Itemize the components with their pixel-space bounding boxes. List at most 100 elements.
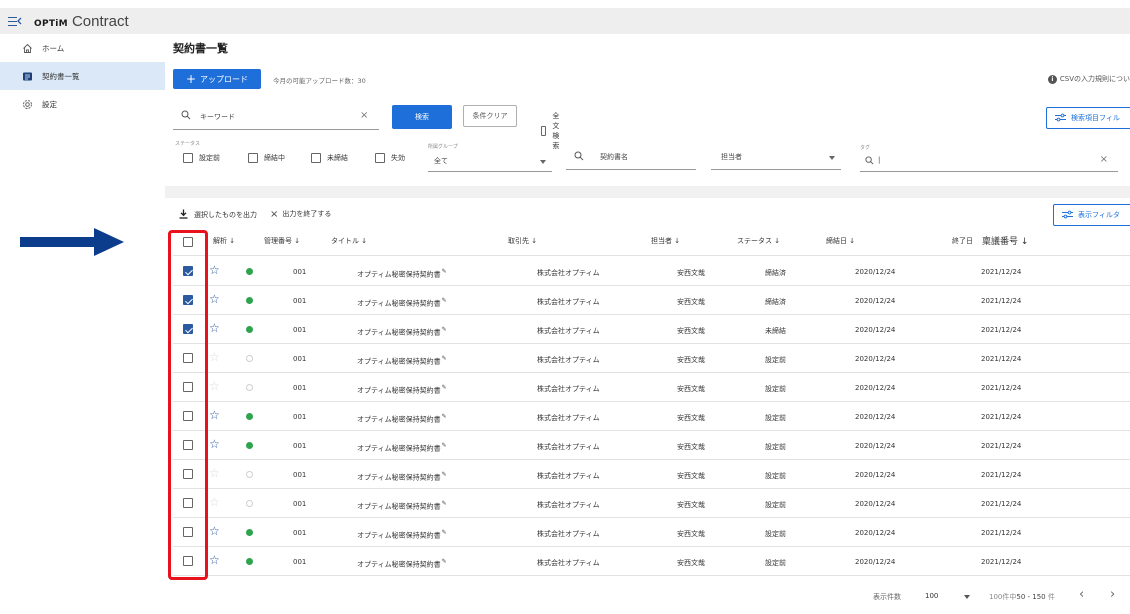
cell-signed-date: 2020/12/24 [855,413,896,421]
prev-page-icon[interactable]: ‹ [1079,587,1084,602]
page-title: 契約書一覧 [173,42,228,55]
star-icon[interactable]: ☆ [209,467,220,479]
sidebar-item-home[interactable]: ホーム [0,34,165,62]
status-checkbox[interactable] [311,153,321,163]
status-option-expired[interactable]: 失効 [375,153,405,163]
display-filter-label: 表示フィルタ [1078,211,1120,219]
cell-status: 設定前 [765,530,786,538]
cell-management-no: 001 [293,471,307,479]
person-select[interactable]: 担当者 [711,144,841,170]
column-header-end-date[interactable]: 終了日 [952,236,973,246]
column-header-person[interactable]: 担当者 ↓ [651,236,680,246]
clear-conditions-button[interactable]: 条件クリア [463,105,517,127]
status-checkbox[interactable] [248,153,258,163]
keyword-search-input[interactable]: キーワード × [173,102,379,130]
clear-tag-icon[interactable]: × [1100,154,1108,165]
menu-collapse-icon[interactable] [8,14,22,28]
column-header-analysis[interactable]: 解析 ↓ [213,236,235,246]
cell-management-no: 001 [293,558,307,566]
cell-end-date: 2021/12/24 [981,384,1022,392]
column-header-approval-no[interactable]: 稟議番号 ↓ [982,234,1028,247]
cell-status: 設定前 [765,414,786,422]
cell-title[interactable]: オプティム秘密保持契約書✎ [357,471,447,482]
cell-title[interactable]: オプティム秘密保持契約書✎ [357,529,447,540]
tune-icon [1055,113,1066,124]
column-header-status[interactable]: ステータス ↓ [737,236,780,246]
table-row[interactable]: ☆ 001 オプティム秘密保持契約書✎ 株式会社オプティム 安西文哉 締結済 2… [173,257,1130,286]
table-row[interactable]: ☆ 001 オプティム秘密保持契約書✎ 株式会社オプティム 安西文哉 設定前 2… [173,489,1130,518]
column-header-management-no[interactable]: 管理番号 ↓ [264,236,300,246]
next-page-icon[interactable]: › [1110,587,1115,602]
edit-icon: ✎ [441,500,447,507]
search-button[interactable]: 検索 [392,105,452,129]
cell-title[interactable]: オプティム秘密保持契約書✎ [357,500,447,511]
star-icon[interactable]: ☆ [209,264,220,276]
end-export-button[interactable]: × 出力を終了する [270,209,331,219]
cell-person: 安西文哉 [677,356,705,364]
cell-person: 安西文哉 [677,269,705,277]
table-row[interactable]: ☆ 001 オプティム秘密保持契約書✎ 株式会社オプティム 安西文哉 設定前 2… [173,460,1130,489]
table-row[interactable]: ☆ 001 オプティム秘密保持契約書✎ 株式会社オプティム 安西文哉 設定前 2… [173,547,1130,576]
table-row[interactable]: ☆ 001 オプティム秘密保持契約書✎ 株式会社オプティム 安西文哉 設定前 2… [173,431,1130,460]
cell-title[interactable]: オプティム秘密保持契約書✎ [357,355,447,366]
status-checkbox[interactable] [375,153,385,163]
column-header-title[interactable]: タイトル ↓ [331,236,367,246]
cell-title[interactable]: オプティム秘密保持契約書✎ [357,268,447,279]
cell-end-date: 2021/12/24 [981,297,1022,305]
edit-icon: ✎ [441,413,447,420]
tag-input[interactable]: | × [860,150,1118,172]
export-selected-button[interactable]: 選択したものを出力 [179,209,257,221]
status-option-signing[interactable]: 締結中 [248,153,285,163]
star-icon[interactable]: ☆ [209,438,220,450]
column-header-partner[interactable]: 取引先 ↓ [508,236,537,246]
cell-title[interactable]: オプティム秘密保持契約書✎ [357,558,447,569]
sidebar-item-settings[interactable]: 設定 [0,90,165,118]
csv-rule-link[interactable]: i CSVの入力規則につい [1047,74,1130,84]
group-select-value: 全て [434,157,448,165]
sidebar-item-contract-list[interactable]: 契約書一覧 [0,62,165,90]
cell-title[interactable]: オプティム秘密保持契約書✎ [357,442,447,453]
star-icon[interactable]: ☆ [209,380,220,392]
status-option-label: 設定前 [199,154,220,162]
caret-down-icon[interactable] [964,595,970,599]
display-filter-button[interactable]: 表示フィルタ [1053,204,1130,226]
table-row[interactable]: ☆ 001 オプティム秘密保持契約書✎ 株式会社オプティム 安西文哉 設定前 2… [173,344,1130,373]
cell-management-no: 001 [293,500,307,508]
table-row[interactable]: ☆ 001 オプティム秘密保持契約書✎ 株式会社オプティム 安西文哉 未締結 2… [173,315,1130,344]
cell-person: 安西文哉 [677,530,705,538]
star-icon[interactable]: ☆ [209,525,220,537]
clear-keyword-icon[interactable]: × [360,110,368,121]
upload-button[interactable]: + アップロード [173,69,261,89]
cell-partner: 株式会社オプティム [537,472,600,480]
table-row[interactable]: ☆ 001 オプティム秘密保持契約書✎ 株式会社オプティム 安西文哉 設定前 2… [173,373,1130,402]
cell-title[interactable]: オプティム秘密保持契約書✎ [357,384,447,395]
table-row[interactable]: ☆ 001 オプティム秘密保持契約書✎ 株式会社オプティム 安西文哉 設定前 2… [173,402,1130,431]
sidebar: ホーム 契約書一覧 設定 [0,34,165,614]
group-select[interactable]: 全て [428,150,552,172]
fulltext-checkbox[interactable] [541,126,547,136]
fulltext-search-toggle[interactable]: 全文検索 [541,111,564,151]
contract-name-input[interactable]: 契約書名 [566,144,696,170]
star-icon[interactable]: ☆ [209,293,220,305]
page-size-select[interactable]: 100 [925,592,938,600]
cell-title[interactable]: オプティム秘密保持契約書✎ [357,413,447,424]
fulltext-label: 全文検索 [552,112,560,150]
status-option-unsigned[interactable]: 未締結 [311,153,348,163]
cell-title[interactable]: オプティム秘密保持契約書✎ [357,297,447,308]
search-icon [865,156,874,167]
star-icon[interactable]: ☆ [209,409,220,421]
table-row[interactable]: ☆ 001 オプティム秘密保持契約書✎ 株式会社オプティム 安西文哉 設定前 2… [173,518,1130,547]
star-icon[interactable]: ☆ [209,554,220,566]
cell-end-date: 2021/12/24 [981,268,1022,276]
table-row[interactable]: ☆ 001 オプティム秘密保持契約書✎ 株式会社オプティム 安西文哉 締結済 2… [173,286,1130,315]
status-option-before[interactable]: 設定前 [183,153,220,163]
status-checkbox[interactable] [183,153,193,163]
analysis-status-dot [246,326,253,333]
cell-title[interactable]: オプティム秘密保持契約書✎ [357,326,447,337]
star-icon[interactable]: ☆ [209,322,220,334]
cell-management-no: 001 [293,326,307,334]
star-icon[interactable]: ☆ [209,351,220,363]
search-field-filter-button[interactable]: 検索項目フィル [1046,107,1130,129]
column-header-signed-date[interactable]: 締結日 ↓ [826,236,855,246]
star-icon[interactable]: ☆ [209,496,220,508]
